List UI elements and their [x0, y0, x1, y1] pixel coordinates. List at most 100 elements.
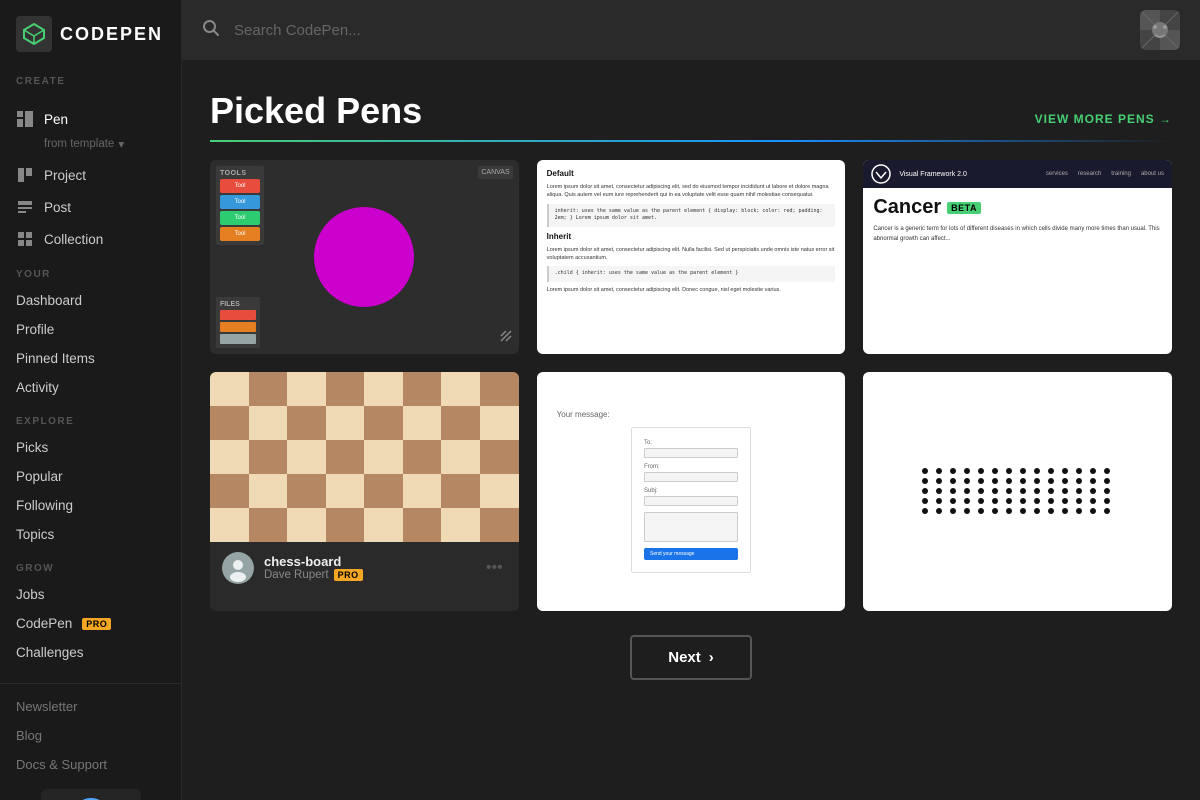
dot: [1062, 498, 1068, 504]
cancer-navbar: Visual Framework 2.0 services research t…: [863, 160, 1172, 188]
docs-support-link[interactable]: Docs & Support: [0, 750, 181, 779]
dot: [1034, 498, 1040, 504]
dot: [1090, 488, 1096, 494]
next-label: Next: [668, 649, 701, 666]
sidebar-item-following[interactable]: Following: [0, 491, 181, 520]
dot: [1076, 508, 1082, 514]
dot: [1020, 488, 1026, 494]
picks-label: Picks: [16, 440, 48, 455]
newsletter-link[interactable]: Newsletter: [0, 692, 181, 721]
dot: [1048, 468, 1054, 474]
sidebar-item-popular[interactable]: Popular: [0, 462, 181, 491]
dot: [992, 478, 998, 484]
pen-preview-6: [863, 372, 1172, 611]
chess-cell: [326, 508, 365, 542]
chess-cell: [403, 508, 442, 542]
sidebar-item-codepen[interactable]: CodePen PRO: [0, 609, 181, 638]
sidebar-item-dashboard[interactable]: Dashboard: [0, 286, 181, 315]
pen-card-6[interactable]: A Pen by Bennett Fe ... Bennett Feely ••…: [863, 372, 1172, 611]
dot: [1104, 478, 1110, 484]
dot: [1034, 468, 1040, 474]
dot: [922, 488, 928, 494]
author-pro-badge-4: PRO: [334, 569, 363, 581]
sidebar-item-project[interactable]: Project: [0, 159, 181, 191]
post-icon: [16, 198, 34, 216]
create-section-label: CREATE: [0, 64, 181, 93]
dot: [1076, 478, 1082, 484]
header: [182, 0, 1200, 60]
from-label: From:: [644, 464, 738, 470]
chess-cell: [287, 372, 326, 406]
user-avatar[interactable]: [1140, 10, 1180, 50]
sidebar-item-jobs[interactable]: Jobs: [0, 580, 181, 609]
dot: [1104, 488, 1110, 494]
chess-board-preview: [210, 372, 519, 542]
sidebar: CODEPEN CREATE Pen from template ▾ Proje…: [0, 0, 182, 800]
page-header: Picked Pens VIEW MORE PENS →: [210, 90, 1172, 132]
page-title: Picked Pens: [210, 90, 422, 132]
dot: [964, 498, 970, 504]
grow-section-label: GROW: [0, 549, 181, 580]
form-inner: To: From: Subj: Send your message: [631, 427, 751, 573]
dot: [1006, 468, 1012, 474]
sidebar-item-collection[interactable]: Collection: [0, 223, 181, 255]
content-area: Picked Pens VIEW MORE PENS → TOOLS Tool …: [182, 60, 1200, 800]
dot: [978, 468, 984, 474]
pen-grid: TOOLS Tool Tool Tool Tool CANVAS FILES: [210, 160, 1172, 611]
chess-cell: [326, 440, 365, 474]
chess-cell: [326, 372, 365, 406]
pen-card-1[interactable]: TOOLS Tool Tool Tool Tool CANVAS FILES: [210, 160, 519, 354]
from-input-mock: [644, 472, 738, 482]
logo[interactable]: CODEPEN: [0, 0, 181, 64]
pen-card-5[interactable]: Your message: To: From: Subj:: [537, 372, 846, 611]
search-icon: [202, 19, 220, 42]
sidebar-item-pen[interactable]: Pen: [0, 103, 181, 135]
dot: [922, 508, 928, 514]
dot: [922, 468, 928, 474]
dot: [1020, 498, 1026, 504]
popular-label: Popular: [16, 469, 63, 484]
main-content: Picked Pens VIEW MORE PENS → TOOLS Tool …: [182, 0, 1200, 800]
chess-cell: [441, 372, 480, 406]
pen-card-3[interactable]: Visual Framework 2.0 services research t…: [863, 160, 1172, 354]
sidebar-item-pinned-items[interactable]: Pinned Items: [0, 344, 181, 373]
dot: [978, 508, 984, 514]
post-label: Post: [44, 200, 71, 215]
sidebar-item-profile[interactable]: Profile: [0, 315, 181, 344]
dot: [1076, 498, 1082, 504]
dot: [1006, 508, 1012, 514]
form-submit-mock: Send your message: [644, 548, 738, 560]
cancer-main-title: Cancer BETA: [873, 196, 1162, 219]
subj-label: Subj:: [644, 488, 738, 494]
form-row-from: From:: [644, 464, 738, 482]
docs-text-2: Lorem ipsum dolor sit amet, consectetur …: [547, 246, 836, 263]
pen-icon: [16, 110, 34, 128]
chess-cell: [287, 474, 326, 508]
canvas-label: CANVAS: [478, 166, 512, 179]
subj-input-mock: [644, 496, 738, 506]
view-more-pens-link[interactable]: VIEW MORE PENS →: [1035, 112, 1172, 126]
docs-text-1: Lorem ipsum dolor sit amet, consectetur …: [547, 183, 836, 200]
sidebar-item-post[interactable]: Post: [0, 191, 181, 223]
chess-cell: [441, 440, 480, 474]
file-btn-2: [220, 322, 256, 332]
explore-section-label: EXPLORE: [0, 402, 181, 433]
chess-cell: [364, 440, 403, 474]
sidebar-item-picks[interactable]: Picks: [0, 433, 181, 462]
next-button[interactable]: Next ›: [630, 635, 752, 680]
sidebar-item-activity[interactable]: Activity: [0, 373, 181, 402]
pen-card-4[interactable]: chess-board Dave Rupert PRO •••: [210, 372, 519, 611]
pen-info-4: chess-board Dave Rupert PRO: [264, 554, 472, 581]
codepen-pro-badge: PRO: [82, 618, 111, 630]
from-template-item[interactable]: from template ▾: [0, 135, 181, 159]
sidebar-item-topics[interactable]: Topics: [0, 520, 181, 549]
chess-cell: [480, 474, 519, 508]
pen-card-2[interactable]: Default Lorem ipsum dolor sit amet, cons…: [537, 160, 846, 354]
dot: [1090, 498, 1096, 504]
tool-btn-4: Tool: [220, 227, 260, 241]
pen-more-menu-4[interactable]: •••: [482, 555, 507, 581]
sidebar-item-challenges[interactable]: Challenges: [0, 638, 181, 667]
search-input[interactable]: [234, 14, 1126, 47]
blog-link[interactable]: Blog: [0, 721, 181, 750]
dot: [950, 508, 956, 514]
